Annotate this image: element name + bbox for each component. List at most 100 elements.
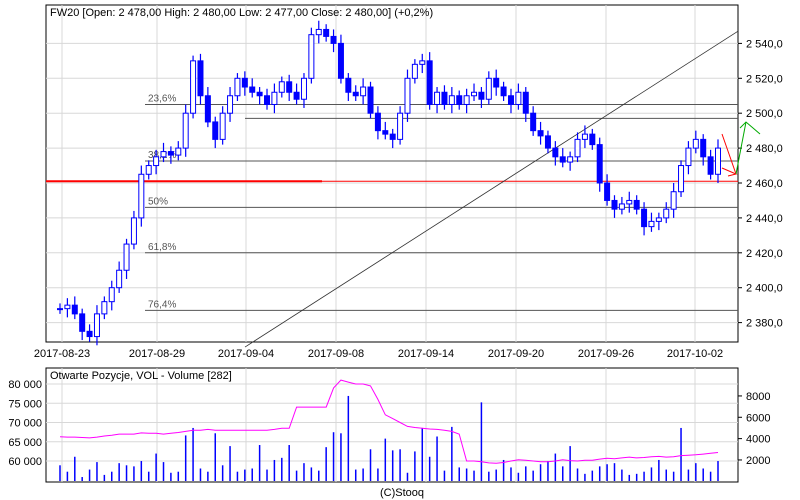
price-candle bbox=[641, 208, 648, 228]
price-candle bbox=[160, 151, 167, 158]
x-tick-label: 2017-09-08 bbox=[308, 348, 364, 360]
price-candle bbox=[663, 208, 670, 219]
price-candle bbox=[655, 217, 662, 222]
price-candle bbox=[559, 156, 566, 163]
y-tick-label: 2 460,0 bbox=[746, 178, 783, 190]
price-candle bbox=[219, 112, 226, 140]
y-tick-label: 2 380,0 bbox=[746, 318, 783, 330]
fib-label: 61,8% bbox=[148, 242, 176, 253]
fib-label: 76,4% bbox=[148, 299, 176, 310]
price-candle bbox=[145, 165, 152, 175]
price-candle bbox=[175, 147, 182, 156]
y-tick-label: 2 480,0 bbox=[746, 143, 783, 155]
price-candle bbox=[500, 86, 507, 97]
price-candle bbox=[618, 203, 625, 210]
fib-label: 50% bbox=[148, 196, 168, 207]
price-candle bbox=[611, 199, 618, 210]
price-candle bbox=[315, 28, 322, 36]
price-candle bbox=[308, 34, 315, 79]
price-candle bbox=[212, 121, 219, 140]
price-candle bbox=[581, 133, 588, 140]
price-candle bbox=[271, 91, 278, 105]
right-axis-label: 2000 bbox=[746, 455, 770, 467]
left-axis-label: 75 000 bbox=[8, 398, 42, 410]
price-candle bbox=[123, 243, 130, 271]
price-candle bbox=[544, 135, 551, 149]
left-axis-label: 80 000 bbox=[8, 379, 42, 391]
price-candle bbox=[493, 77, 500, 88]
price-candle bbox=[330, 35, 337, 44]
price-candle bbox=[478, 91, 485, 100]
price-candle bbox=[264, 95, 271, 105]
x-tick-label: 2017-09-04 bbox=[218, 348, 274, 360]
price-candle bbox=[530, 112, 537, 132]
price-candle bbox=[71, 304, 78, 315]
price-candle bbox=[57, 308, 63, 311]
price-candle bbox=[323, 28, 330, 37]
price-candle bbox=[138, 173, 145, 219]
x-tick-label: 2017-09-20 bbox=[488, 348, 544, 360]
x-tick-label: 2017-10-02 bbox=[667, 348, 723, 360]
price-candle bbox=[574, 138, 581, 158]
price-candle bbox=[463, 95, 470, 105]
price-candle bbox=[633, 199, 640, 210]
price-candle bbox=[101, 301, 108, 315]
stock-chart: 2 380,0 2 400,0 2 420,0 2 440,0 2 460,0 2 480… bbox=[0, 0, 800, 500]
price-candle bbox=[552, 147, 559, 158]
price-candle bbox=[404, 77, 411, 114]
price-candle bbox=[352, 91, 359, 97]
price-candle bbox=[485, 77, 492, 100]
price-candle bbox=[648, 220, 655, 228]
y-tick-label: 2 420,0 bbox=[746, 248, 783, 260]
price-candle bbox=[286, 81, 293, 93]
price-candle bbox=[441, 91, 448, 105]
price-candle bbox=[700, 138, 707, 158]
volume-title: Otwarte Pozycje, VOL - Volume [282] bbox=[50, 370, 232, 382]
left-axis-label: 60 000 bbox=[8, 456, 42, 468]
price-candle bbox=[419, 60, 426, 65]
y-tick-label: 2 540,0 bbox=[746, 38, 783, 50]
price-candle bbox=[360, 86, 367, 97]
price-candle bbox=[241, 77, 248, 88]
price-candle bbox=[167, 151, 174, 156]
price-candle bbox=[426, 60, 433, 105]
price-candle bbox=[626, 199, 633, 205]
price-candle bbox=[522, 91, 529, 114]
price-candle bbox=[589, 133, 596, 146]
right-axis-label: 6000 bbox=[746, 412, 770, 424]
x-tick-label: 2017-09-26 bbox=[578, 348, 634, 360]
price-candle bbox=[471, 91, 478, 97]
price-candle bbox=[707, 156, 714, 175]
price-candle bbox=[300, 77, 307, 100]
price-candle bbox=[448, 95, 455, 105]
price-candle bbox=[678, 165, 685, 193]
price-candle bbox=[692, 138, 699, 149]
price-candle bbox=[715, 147, 721, 175]
price-candle bbox=[256, 91, 263, 97]
x-tick-label: 2017-09-14 bbox=[398, 348, 454, 360]
price-candle bbox=[108, 287, 115, 303]
price-candle bbox=[537, 130, 544, 137]
price-candle bbox=[197, 60, 204, 97]
y-tick-label: 2 440,0 bbox=[746, 213, 783, 225]
price-candle bbox=[64, 304, 71, 310]
price-candle bbox=[389, 133, 396, 140]
price-candle bbox=[604, 182, 611, 201]
price-candle bbox=[79, 313, 86, 332]
price-candle bbox=[685, 147, 692, 167]
x-tick-label: 2017-08-23 bbox=[34, 348, 90, 360]
price-candle bbox=[382, 130, 389, 135]
right-axis-label: 8000 bbox=[746, 391, 770, 403]
price-candle bbox=[130, 217, 137, 245]
y-tick-label: 2 520,0 bbox=[746, 73, 783, 85]
price-candle bbox=[234, 77, 241, 97]
price-candle bbox=[367, 86, 374, 114]
price-candle bbox=[411, 63, 418, 79]
price-candle bbox=[204, 95, 211, 123]
price-candle bbox=[567, 156, 574, 163]
price-candle bbox=[434, 91, 441, 105]
price-candle bbox=[515, 91, 522, 105]
price-candle bbox=[345, 77, 352, 93]
price-candle bbox=[374, 112, 381, 132]
y-tick-label: 2 400,0 bbox=[746, 283, 783, 295]
